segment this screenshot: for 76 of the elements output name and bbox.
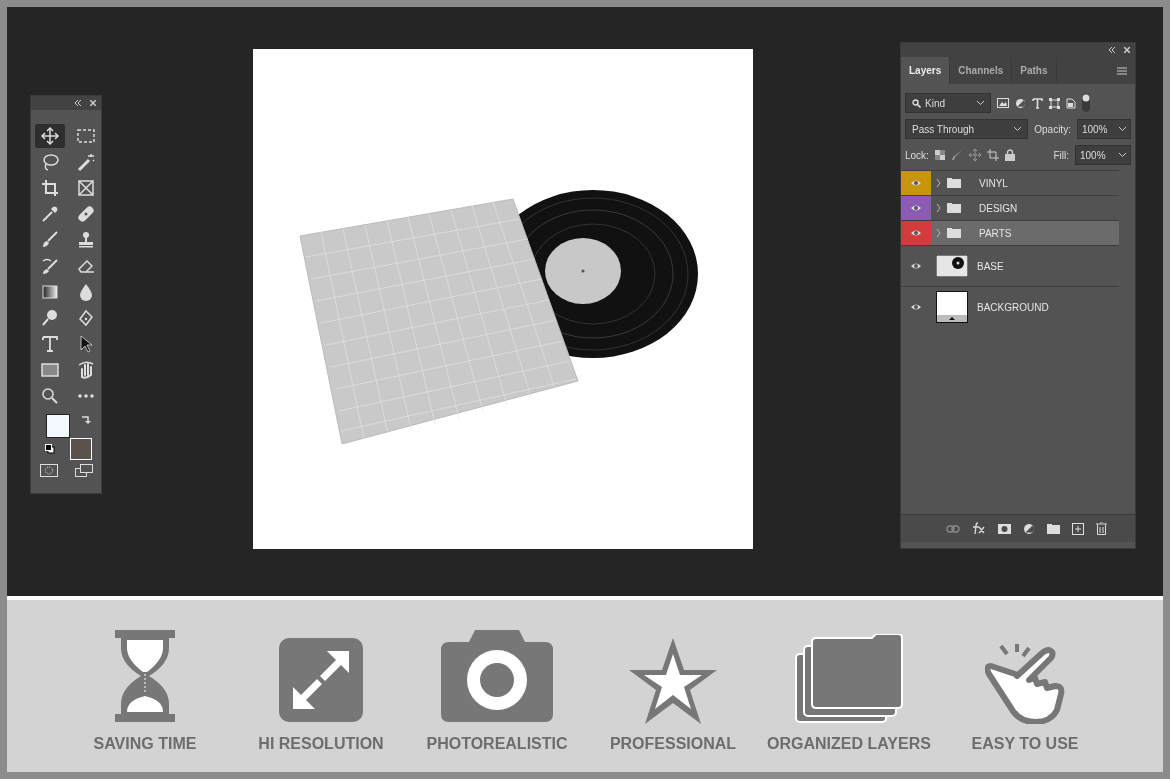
layer-name: PARTS bbox=[979, 226, 1012, 241]
opacity-label: Opacity: bbox=[1034, 122, 1071, 137]
eye-icon[interactable] bbox=[910, 178, 922, 188]
folder-icon bbox=[947, 178, 961, 188]
adjustment-layer-icon[interactable] bbox=[1023, 522, 1035, 535]
caret-icon bbox=[977, 101, 984, 105]
fill-label: Fill: bbox=[1053, 148, 1069, 163]
expand-arrows-icon bbox=[277, 636, 365, 724]
feature-label: SAVING TIME bbox=[93, 734, 197, 754]
panel-tab[interactable]: Paths bbox=[1012, 57, 1057, 84]
move-icon[interactable] bbox=[35, 124, 65, 148]
mask-icon[interactable] bbox=[998, 523, 1011, 534]
layer-name: VINYL bbox=[979, 176, 1008, 191]
opacity-field[interactable]: 100% bbox=[1076, 119, 1131, 139]
feature-label: HI RESOLUTION bbox=[258, 734, 384, 754]
filter-dropdown[interactable]: Kind bbox=[905, 93, 991, 113]
fx-icon[interactable] bbox=[972, 521, 986, 536]
type-filter-icon[interactable] bbox=[1032, 97, 1043, 109]
image-filter-icon[interactable] bbox=[997, 98, 1009, 108]
feature-label: PROFESSIONAL bbox=[609, 734, 737, 754]
eye-icon[interactable] bbox=[910, 203, 922, 213]
screen-mode-icon[interactable] bbox=[74, 464, 93, 477]
chevron-icon[interactable] bbox=[936, 204, 941, 212]
layer-thumbnail bbox=[936, 255, 968, 277]
caret-icon bbox=[1119, 127, 1126, 131]
background-color-swatch[interactable] bbox=[70, 438, 92, 460]
caret-icon bbox=[1014, 127, 1022, 131]
layer-name: BACKGROUND bbox=[977, 300, 1049, 315]
panel-tab[interactable]: Layers bbox=[901, 57, 951, 84]
swap-colors-icon[interactable] bbox=[81, 414, 91, 424]
crop-icon[interactable] bbox=[986, 149, 999, 161]
layer-name: DESIGN bbox=[979, 201, 1018, 216]
brush-icon[interactable] bbox=[950, 149, 963, 161]
panel-tab[interactable]: Channels bbox=[950, 57, 1013, 84]
camera-icon bbox=[439, 628, 555, 724]
collapse-icon[interactable] bbox=[1108, 47, 1116, 53]
caret-icon bbox=[1119, 153, 1126, 157]
layer-name: BASE bbox=[977, 259, 1004, 274]
folder-icon bbox=[947, 228, 961, 238]
menu-icon[interactable] bbox=[1117, 66, 1127, 75]
feature-label: EASY TO USE bbox=[971, 734, 1079, 754]
quick-mask-icon[interactable] bbox=[39, 464, 58, 477]
trash-icon[interactable] bbox=[1096, 522, 1107, 535]
folder-icon[interactable] bbox=[1047, 523, 1060, 534]
close-icon[interactable] bbox=[90, 100, 96, 106]
lock-icon[interactable] bbox=[1004, 149, 1015, 161]
new-layer-icon[interactable] bbox=[1072, 522, 1084, 535]
chevron-icon[interactable] bbox=[936, 229, 941, 237]
eye-icon[interactable] bbox=[910, 302, 922, 312]
layer-row[interactable]: DESIGN bbox=[901, 195, 1119, 220]
feature-label: ORGANIZED LAYERS bbox=[767, 734, 931, 754]
link-icon[interactable] bbox=[946, 524, 960, 533]
layer-row[interactable]: PARTS bbox=[901, 220, 1119, 245]
layer-row[interactable]: VINYL bbox=[901, 170, 1119, 195]
stacked-folders-icon bbox=[794, 634, 904, 724]
lock-label: Lock: bbox=[905, 148, 929, 163]
star-icon bbox=[629, 636, 717, 724]
adjustment-filter-icon[interactable] bbox=[1015, 97, 1026, 109]
feature-label: PHOTOREALISTIC bbox=[426, 734, 568, 754]
chevron-icon[interactable] bbox=[936, 179, 941, 187]
eye-icon[interactable] bbox=[910, 261, 922, 271]
filter-toggle-icon[interactable] bbox=[1082, 94, 1090, 112]
blend-mode-dropdown[interactable]: Pass Through bbox=[905, 119, 1029, 139]
fill-field[interactable]: 100% bbox=[1075, 145, 1131, 165]
tapping-hand-icon bbox=[985, 644, 1065, 724]
shape-filter-icon[interactable] bbox=[1049, 97, 1060, 109]
search-icon bbox=[912, 98, 921, 108]
lock-transparency-icon[interactable] bbox=[934, 150, 945, 160]
smart-object-filter-icon[interactable] bbox=[1066, 97, 1076, 109]
eye-icon[interactable] bbox=[910, 228, 922, 238]
foreground-color-swatch[interactable] bbox=[46, 414, 70, 438]
default-colors-icon[interactable] bbox=[45, 444, 55, 454]
collapse-icon[interactable] bbox=[74, 100, 82, 106]
layer-thumbnail bbox=[936, 291, 968, 323]
close-icon[interactable] bbox=[1124, 47, 1130, 53]
folder-icon bbox=[947, 203, 961, 213]
